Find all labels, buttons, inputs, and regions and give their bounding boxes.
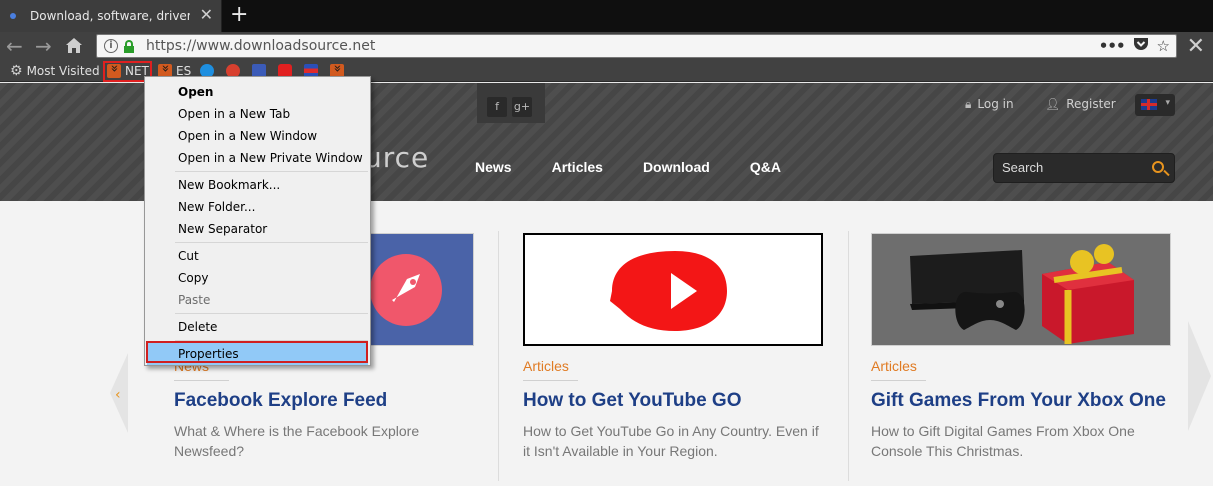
lock-icon[interactable]	[124, 39, 134, 53]
bookmark-context-menu: Open Open in a New Tab Open in a New Windo…	[144, 76, 371, 366]
tab-strip: Download, software, drivers, ga ✕ +	[0, 0, 1213, 32]
browser-tab[interactable]: Download, software, drivers, ga ✕	[0, 0, 222, 32]
menu-separator	[175, 171, 368, 172]
login-label: Log in	[977, 97, 1014, 111]
site-logo[interactable]: urce	[364, 141, 429, 174]
article-title[interactable]: Gift Games From Your Xbox One	[871, 390, 1171, 412]
main-nav: News Articles Download Q&A	[475, 159, 821, 175]
properties-highlight	[146, 341, 368, 363]
search-icon[interactable]	[1152, 161, 1164, 173]
article-card[interactable]: Articles How to Get YouTube GO How to Ge…	[523, 233, 823, 461]
menu-separator	[175, 242, 368, 243]
search-input[interactable]	[1002, 160, 1142, 175]
card-divider	[848, 231, 849, 481]
info-icon[interactable]: i	[104, 39, 118, 53]
article-card[interactable]: Articles Gift Games From Your Xbox One H…	[871, 233, 1171, 461]
close-window-icon[interactable]: ✕	[1187, 34, 1205, 59]
new-tab-plus-icon[interactable]: +	[230, 3, 248, 27]
back-arrow-icon[interactable]: ←	[6, 35, 23, 57]
menu-item-open[interactable]: Open	[145, 81, 370, 103]
register-label: Register	[1066, 97, 1116, 111]
gear-icon: ⚙	[10, 63, 23, 79]
nav-news[interactable]: News	[475, 159, 512, 175]
menu-item-delete[interactable]: Delete	[145, 316, 370, 338]
url-text[interactable]: https://www.downloadsource.net	[146, 38, 375, 54]
login-link[interactable]: 🔒︎ Log in	[965, 97, 1014, 112]
facebook-icon[interactable]: f	[487, 97, 507, 117]
tab-title: Download, software, drivers, ga	[30, 9, 190, 23]
menu-item-cut[interactable]: Cut	[145, 245, 370, 267]
page-actions-dots-icon[interactable]: •••	[1099, 37, 1126, 56]
svg-text:‹: ‹	[115, 387, 121, 403]
menu-separator	[175, 313, 368, 314]
article-description: How to Get YouTube Go in Any Country. Ev…	[523, 423, 819, 459]
social-links: f g+	[477, 83, 545, 123]
nav-download[interactable]: Download	[643, 159, 710, 175]
menu-item-new-separator[interactable]: New Separator	[145, 218, 370, 240]
forward-arrow-icon[interactable]: →	[35, 35, 52, 57]
menu-item-open-in-a-new-tab[interactable]: Open in a New Tab	[145, 103, 370, 125]
article-image[interactable]	[523, 233, 823, 346]
user-icon: 👤︎	[1045, 97, 1061, 111]
category-underline	[174, 380, 229, 381]
uk-flag-icon	[1141, 99, 1157, 110]
bookmark-label: Most Visited	[26, 64, 100, 78]
navigation-toolbar: ← → i https://www.downloadsource.net •••…	[0, 32, 1213, 60]
tab-favicon-icon	[10, 13, 16, 19]
home-icon[interactable]	[65, 36, 83, 58]
menu-item-open-in-a-new-window[interactable]: Open in a New Window	[145, 125, 370, 147]
register-link[interactable]: 👤︎ Register	[1045, 97, 1116, 111]
article-title[interactable]: How to Get YouTube GO	[523, 390, 823, 412]
lock-icon: 🔒︎	[965, 97, 972, 111]
article-category[interactable]: Articles	[871, 358, 1171, 374]
article-title[interactable]: Facebook Explore Feed	[174, 390, 474, 412]
article-category[interactable]: Articles	[523, 358, 823, 374]
menu-item-open-in-a-new-private-window[interactable]: Open in a New Private Window	[145, 147, 370, 169]
article-description: What & Where is the Facebook Explore New…	[174, 423, 420, 459]
carousel-prev-icon[interactable]: ‹	[108, 353, 128, 433]
category-underline	[871, 380, 926, 381]
nav-qa[interactable]: Q&A	[750, 159, 781, 175]
menu-item-new-bookmark[interactable]: New Bookmark...	[145, 174, 370, 196]
article-image[interactable]	[871, 233, 1171, 346]
nav-articles[interactable]: Articles	[552, 159, 603, 175]
menu-item-paste: Paste	[178, 293, 211, 307]
caret-down-icon: ▾	[1165, 98, 1170, 108]
menu-item-copy[interactable]: Copy	[145, 267, 370, 289]
carousel-next-icon[interactable]	[1188, 321, 1213, 431]
pocket-icon[interactable]	[1133, 37, 1149, 56]
search-box	[993, 153, 1175, 183]
bookmark-star-icon[interactable]: ☆	[1157, 37, 1170, 56]
close-icon[interactable]: ✕	[200, 7, 213, 23]
xbox-gift-icon	[910, 244, 1134, 344]
language-selector[interactable]: ▾	[1135, 94, 1175, 116]
category-underline	[523, 380, 578, 381]
bookmark-most-visited[interactable]: ⚙ Most Visited	[10, 63, 100, 79]
article-description: How to Gift Digital Games From Xbox One …	[871, 423, 1135, 459]
google-plus-icon[interactable]: g+	[512, 97, 532, 117]
menu-item-new-folder[interactable]: New Folder...	[145, 196, 370, 218]
youtube-go-logo-icon	[610, 251, 727, 331]
address-bar[interactable]: i https://www.downloadsource.net ••• ☆	[96, 34, 1177, 58]
card-divider	[498, 231, 499, 481]
